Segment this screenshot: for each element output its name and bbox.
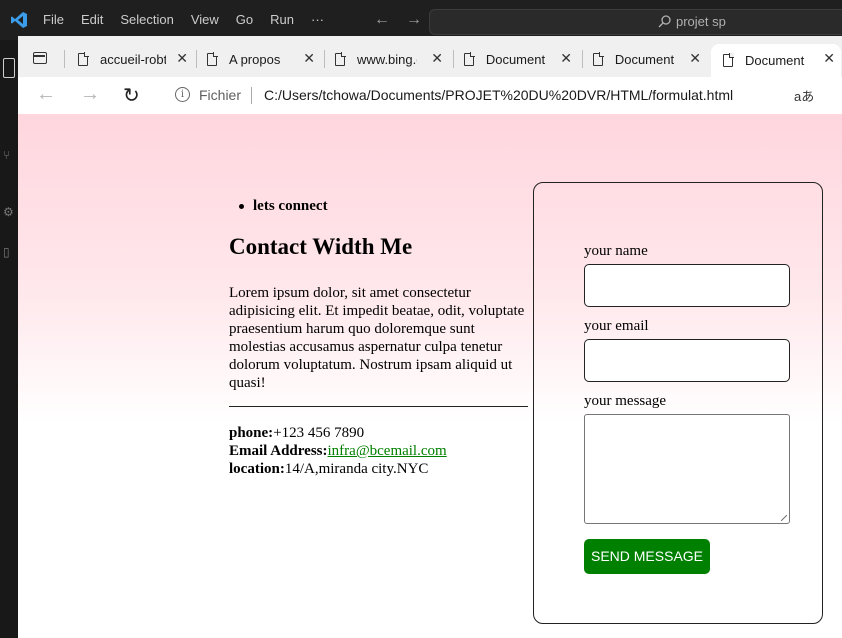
message-textarea[interactable] bbox=[584, 414, 790, 524]
vscode-logo-icon bbox=[11, 12, 27, 28]
menu-edit[interactable]: Edit bbox=[81, 12, 103, 27]
browser-toolbar: ← → ↻ i Fichier C:/Users/tchowa/Document… bbox=[18, 77, 842, 115]
tab-actions-icon[interactable] bbox=[33, 52, 47, 64]
phone-line: phone:+123 456 7890 bbox=[229, 424, 447, 442]
tab-document-1[interactable]: Document ✕ bbox=[464, 44, 572, 74]
page-icon bbox=[593, 52, 603, 66]
menu-run[interactable]: Run bbox=[270, 12, 294, 27]
close-icon[interactable]: ✕ bbox=[560, 50, 572, 67]
tab-separator bbox=[324, 50, 325, 68]
email-line: Email Address:infra@bcemail.com bbox=[229, 442, 447, 460]
tab-document-2[interactable]: Document ✕ bbox=[593, 44, 701, 74]
tab-separator bbox=[453, 50, 454, 68]
email-label: your email bbox=[584, 318, 649, 334]
contact-form: your name your email your message SEND M… bbox=[533, 182, 823, 624]
extensions-icon[interactable]: ▯ bbox=[3, 245, 15, 259]
browser-window: accueil-robt ✕ A propos ✕ www.bing.com ✕… bbox=[18, 36, 842, 638]
page-icon bbox=[335, 52, 345, 66]
menu-file[interactable]: File bbox=[43, 12, 64, 27]
page-icon bbox=[207, 52, 217, 66]
tab-label: A propos bbox=[229, 51, 281, 67]
page-icon bbox=[78, 52, 88, 66]
close-icon[interactable]: ✕ bbox=[176, 50, 188, 67]
menu-go[interactable]: Go bbox=[236, 12, 253, 27]
page-icon bbox=[723, 54, 733, 67]
tab-separator bbox=[196, 50, 197, 68]
tab-separator bbox=[582, 50, 583, 68]
scheme-label: Fichier bbox=[199, 87, 242, 103]
address-bar[interactable]: i Fichier C:/Users/tchowa/Documents/PROJ… bbox=[163, 80, 842, 110]
vscode-menu: File Edit Selection View Go Run ··· bbox=[43, 12, 341, 27]
back-arrow-icon[interactable]: ← bbox=[374, 11, 390, 28]
tab-label: www.bing.com bbox=[357, 51, 417, 67]
tab-strip: accueil-robt ✕ A propos ✕ www.bing.com ✕… bbox=[18, 36, 842, 77]
name-field[interactable] bbox=[584, 264, 790, 307]
info-icon[interactable]: i bbox=[175, 87, 190, 102]
page-content: lets connect Contact Width Me Lorem ipsu… bbox=[18, 114, 842, 638]
page-icon bbox=[464, 52, 474, 66]
search-icon bbox=[658, 14, 672, 31]
tab-separator bbox=[64, 50, 65, 68]
menu-view[interactable]: View bbox=[191, 12, 219, 27]
send-message-button[interactable]: SEND MESSAGE bbox=[584, 539, 710, 574]
location-line: location:14/A,miranda city.NYC bbox=[229, 460, 447, 478]
close-icon[interactable]: ✕ bbox=[689, 50, 701, 67]
read-aloud-icon[interactable]: aあ bbox=[794, 86, 814, 105]
menu-more[interactable]: ··· bbox=[311, 12, 324, 27]
menu-selection[interactable]: Selection bbox=[120, 12, 173, 27]
email-address-label: Email Address: bbox=[229, 443, 328, 459]
tab-accueil[interactable]: accueil-robt ✕ bbox=[78, 44, 188, 74]
intro-paragraph: Lorem ipsum dolor, sit amet consectetur … bbox=[229, 285, 525, 391]
close-icon[interactable]: ✕ bbox=[431, 50, 443, 67]
vscode-activity-bar: ⑂ ⚙ ▯ bbox=[0, 40, 18, 638]
forward-arrow-icon[interactable]: → bbox=[406, 11, 422, 28]
tab-label: Document bbox=[485, 51, 546, 67]
list-item: lets connect bbox=[239, 198, 328, 214]
email-link[interactable]: infra@bcemail.com bbox=[328, 443, 447, 459]
message-label: your message bbox=[584, 393, 667, 409]
close-icon[interactable]: ✕ bbox=[303, 50, 315, 67]
command-search-text: projet sp bbox=[676, 14, 726, 29]
location-label: location: bbox=[229, 461, 285, 477]
address-separator bbox=[251, 87, 252, 104]
explorer-icon[interactable] bbox=[3, 58, 15, 78]
close-icon[interactable]: ✕ bbox=[823, 50, 835, 67]
tab-document-active[interactable]: Document ✕ bbox=[711, 44, 841, 77]
phone-label: phone: bbox=[229, 425, 274, 441]
source-control-icon[interactable]: ⑂ bbox=[3, 148, 15, 162]
location-value: 14/A,miranda city.NYC bbox=[284, 461, 429, 477]
name-label: your name bbox=[584, 243, 648, 259]
tab-label: accueil-robt bbox=[100, 51, 166, 67]
address-url[interactable]: C:/Users/tchowa/Documents/PROJET%20DU%20… bbox=[264, 87, 733, 103]
command-search[interactable]: projet sp bbox=[429, 9, 842, 35]
vscode-titlebar: File Edit Selection View Go Run ··· ← → p… bbox=[0, 0, 842, 40]
tab-label: Document bbox=[614, 51, 675, 67]
tab-bing[interactable]: www.bing.com ✕ bbox=[335, 44, 443, 74]
refresh-icon[interactable]: ↻ bbox=[123, 83, 140, 108]
back-icon[interactable]: ← bbox=[36, 83, 56, 106]
tab-a-propos[interactable]: A propos ✕ bbox=[207, 44, 315, 74]
debug-icon[interactable]: ⚙ bbox=[3, 205, 15, 219]
forward-icon[interactable]: → bbox=[80, 83, 100, 106]
phone-value: +123 456 7890 bbox=[273, 425, 365, 441]
tab-label: Document bbox=[745, 53, 805, 68]
email-field[interactable] bbox=[584, 339, 790, 382]
page-title: Contact Width Me bbox=[229, 234, 413, 259]
contact-details: phone:+123 456 7890 Email Address:infra@… bbox=[229, 424, 447, 478]
divider bbox=[229, 406, 528, 407]
